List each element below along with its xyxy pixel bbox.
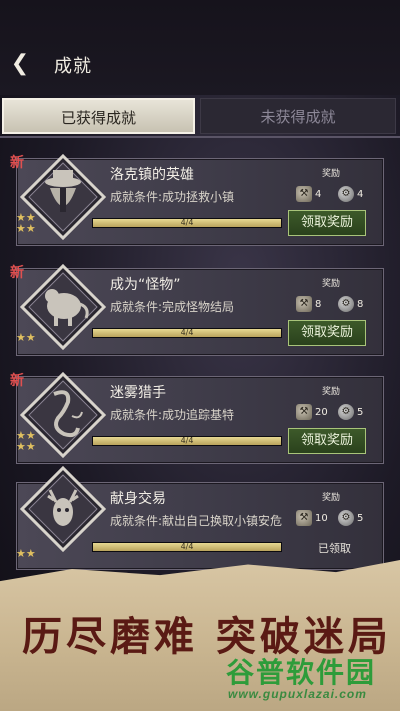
hammer-icon: ⚒ — [296, 404, 312, 420]
reward-amount-a: 10 — [315, 512, 328, 524]
hammer-icon: ⚒ — [296, 510, 312, 526]
claim-reward-button[interactable]: 领取奖励 — [288, 428, 366, 454]
reward-amount-a: 8 — [315, 298, 322, 310]
star-rating: ★★ — [16, 547, 36, 560]
achievement-card: 新 ★★ ★★ 洛克镇的英雄 成就条件:成功拯救小镇 4/4 奖励 ⚒ 4 ⚙ 4… — [0, 152, 400, 252]
site-watermark: 谷普软件园 www.gupuxlazai.com — [222, 651, 398, 703]
progress-bar: 4/4 — [92, 328, 282, 338]
achievement-title: 洛克镇的英雄 — [110, 167, 194, 183]
tab-divider — [0, 136, 400, 138]
progress-text: 4/4 — [180, 328, 194, 337]
reward-amount-b: 5 — [357, 406, 364, 418]
hammer-icon: ⚒ — [296, 186, 312, 202]
reward-amount-b: 4 — [357, 188, 364, 200]
progress-text: 4/4 — [180, 436, 194, 445]
reward-label: 奖励 — [322, 387, 341, 397]
top-bar: ❮ 成就 — [0, 0, 400, 95]
tab-earned[interactable]: 已获得成就 — [2, 98, 195, 134]
reward-item-b: ⚙ 5 — [338, 404, 363, 420]
progress-bar: 4/4 — [92, 436, 282, 446]
deer-skull-badge-icon — [19, 465, 107, 553]
reward-label: 奖励 — [322, 493, 341, 503]
star-rating: ★★ ★★ — [16, 429, 36, 453]
reward-item-a: ⚒ 8 — [296, 296, 321, 312]
back-arrow-icon[interactable]: ❮ — [8, 52, 32, 76]
gear-icon: ⚙ — [338, 296, 354, 312]
achievement-card: 新 ★★ 成为“怪物” 成就条件:完成怪物结局 4/4 奖励 ⚒ 8 ⚙ 8 领… — [0, 262, 400, 362]
claim-reward-button[interactable]: 领取奖励 — [288, 210, 366, 236]
progress-text: 4/4 — [180, 542, 194, 551]
achievement-title: 迷雾猎手 — [110, 385, 166, 401]
reward-amount-a: 20 — [315, 406, 328, 418]
hammer-icon: ⚒ — [296, 296, 312, 312]
reward-item-b: ⚙ 4 — [338, 186, 363, 202]
achievement-condition: 成就条件:献出自己换取小镇安危 — [110, 514, 283, 528]
tab-unearned[interactable]: 未获得成就 — [200, 98, 396, 134]
achievement-condition: 成就条件:完成怪物结局 — [110, 300, 235, 314]
achievement-condition: 成就条件:成功追踪基特 — [110, 408, 235, 422]
page-title: 成就 — [54, 56, 92, 77]
reward-label: 奖励 — [322, 279, 341, 289]
claimed-status: 已领取 — [318, 542, 351, 555]
watermark-name: 谷普软件园 — [226, 656, 377, 689]
gear-icon: ⚙ — [338, 186, 354, 202]
reward-amount-b: 5 — [357, 512, 364, 524]
reward-item-a: ⚒ 4 — [296, 186, 321, 202]
progress-bar: 4/4 — [92, 542, 282, 552]
tab-bar: 已获得成就 未获得成就 — [0, 98, 400, 136]
gear-icon: ⚙ — [338, 404, 354, 420]
achievement-condition: 成就条件:成功拯救小镇 — [110, 190, 235, 204]
gear-icon: ⚙ — [338, 510, 354, 526]
reward-item-a: ⚒ 10 — [296, 510, 328, 526]
reward-amount-a: 4 — [315, 188, 322, 200]
achievement-title: 献身交易 — [110, 491, 166, 507]
progress-text: 4/4 — [180, 218, 194, 227]
reward-item-b: ⚙ 5 — [338, 510, 363, 526]
reward-label: 奖励 — [322, 169, 341, 179]
watermark-url: www.gupuxlazai.com — [228, 687, 367, 701]
star-rating: ★★ ★★ — [16, 211, 36, 235]
achievement-card: 新 ★★ ★★ 迷雾猎手 成就条件:成功追踪基特 4/4 奖励 ⚒ 20 ⚙ 5 … — [0, 370, 400, 470]
claim-reward-button[interactable]: 领取奖励 — [288, 320, 366, 346]
reward-item-a: ⚒ 20 — [296, 404, 328, 420]
reward-item-b: ⚙ 8 — [338, 296, 363, 312]
star-rating: ★★ — [16, 331, 36, 344]
progress-bar: 4/4 — [92, 218, 282, 228]
reward-amount-b: 8 — [357, 298, 364, 310]
achievement-title: 成为“怪物” — [110, 277, 181, 293]
achievement-card: ★★ 献身交易 成就条件:献出自己换取小镇安危 4/4 奖励 ⚒ 10 ⚙ 5 … — [0, 465, 400, 576]
